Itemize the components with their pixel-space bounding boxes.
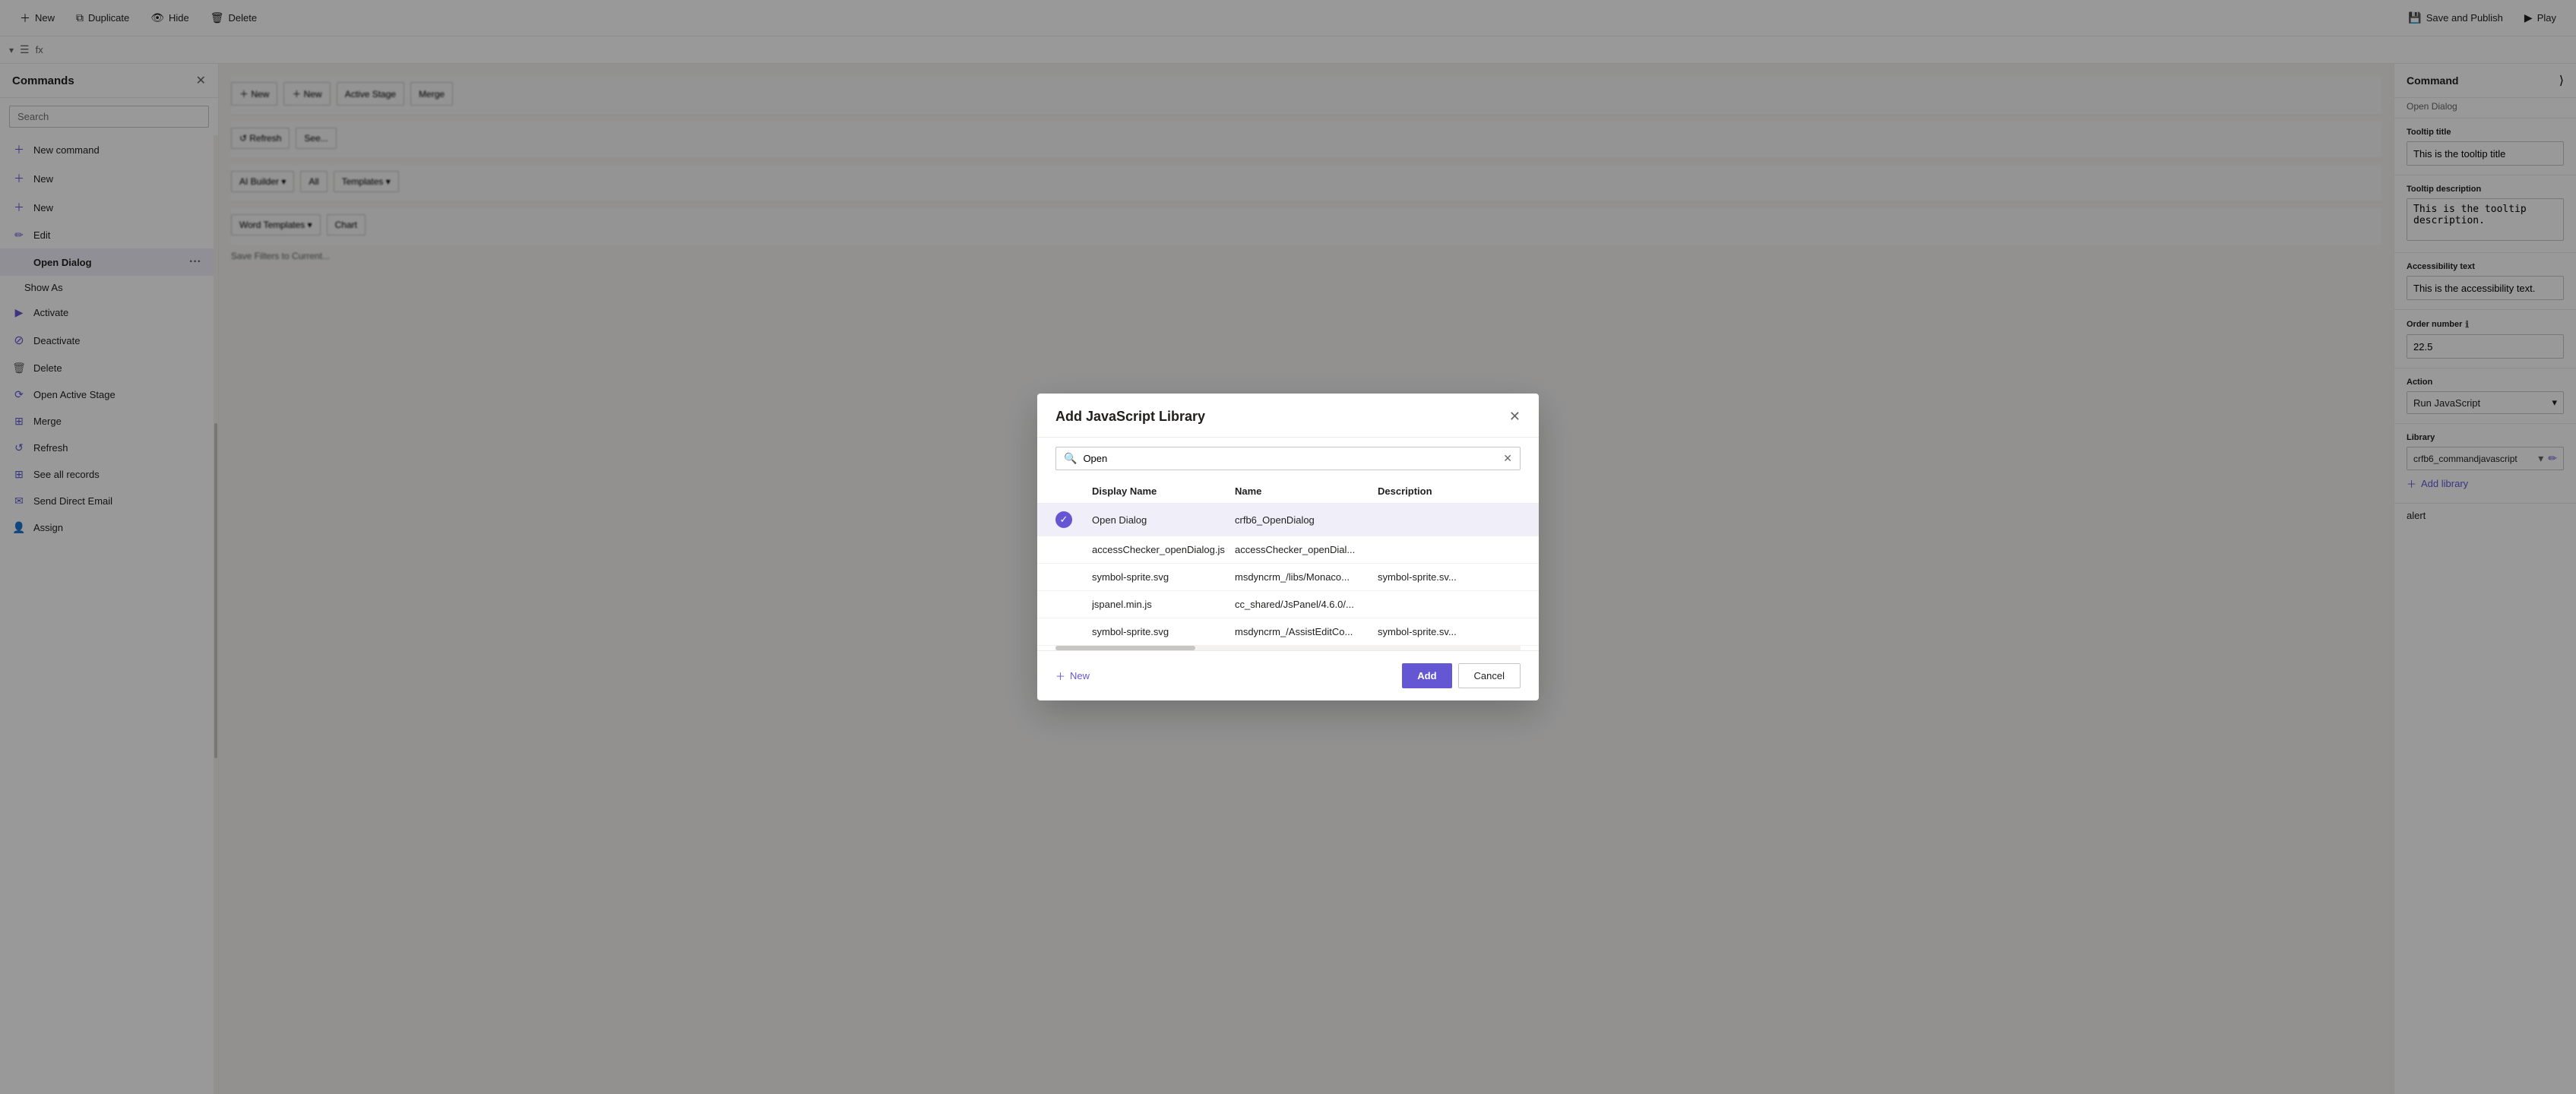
modal-footer: ＋ New Add Cancel [1037,650,1539,700]
modal-scroll-thumb [1055,646,1195,650]
modal-dialog: Add JavaScript Library ✕ 🔍 ✕ Display Nam… [1037,394,1539,700]
modal-cancel-button[interactable]: Cancel [1458,663,1521,688]
check-icon: ✓ [1055,511,1072,528]
modal-new-button[interactable]: ＋ New [1055,669,1090,683]
modal-header: Add JavaScript Library ✕ [1037,394,1539,438]
row-name: crfb6_OpenDialog [1235,514,1378,526]
row-display-name: symbol-sprite.svg [1092,626,1235,637]
modal-footer-actions: Add Cancel [1402,663,1521,688]
search-icon: 🔍 [1064,452,1077,465]
col-header-display-name: Display Name [1092,485,1235,497]
table-row[interactable]: ✓ Open Dialog crfb6_OpenDialog [1037,504,1539,536]
modal-overlay: Add JavaScript Library ✕ 🔍 ✕ Display Nam… [0,0,2576,1094]
modal-search-input[interactable] [1083,453,1497,464]
modal-search-clear-button[interactable]: ✕ [1503,452,1512,465]
modal-search-container: 🔍 ✕ [1037,438,1539,479]
row-name: msdyncrm_/AssistEditCo... [1235,626,1378,637]
table-row[interactable]: jspanel.min.js cc_shared/JsPanel/4.6.0/.… [1037,591,1539,618]
col-header-description: Description [1378,485,1521,497]
row-name: cc_shared/JsPanel/4.6.0/... [1235,599,1378,610]
row-display-name: jspanel.min.js [1092,599,1235,610]
col-header-name: Name [1235,485,1378,497]
plus-icon: ＋ [1055,669,1065,683]
row-check: ✓ [1055,511,1092,528]
row-display-name: accessChecker_openDialog.js [1092,544,1235,555]
table-row[interactable]: symbol-sprite.svg msdyncrm_/libs/Monaco.… [1037,564,1539,591]
row-display-name: Open Dialog [1092,514,1235,526]
col-header-check [1055,485,1092,497]
row-description: symbol-sprite.sv... [1378,626,1521,637]
table-row[interactable]: accessChecker_openDialog.js accessChecke… [1037,536,1539,564]
modal-scrollbar [1055,646,1521,650]
modal-new-label: New [1070,670,1090,681]
modal-add-button[interactable]: Add [1402,663,1451,688]
table-row[interactable]: symbol-sprite.svg msdyncrm_/AssistEditCo… [1037,618,1539,646]
row-description: symbol-sprite.sv... [1378,571,1521,583]
modal-close-button[interactable]: ✕ [1509,409,1521,425]
modal-search-box: 🔍 ✕ [1055,447,1521,470]
modal-table: Display Name Name Description ✓ Open Dia… [1037,479,1539,646]
row-name: msdyncrm_/libs/Monaco... [1235,571,1378,583]
row-name: accessChecker_openDial... [1235,544,1378,555]
modal-title: Add JavaScript Library [1055,409,1205,425]
modal-table-header: Display Name Name Description [1037,479,1539,504]
row-display-name: symbol-sprite.svg [1092,571,1235,583]
